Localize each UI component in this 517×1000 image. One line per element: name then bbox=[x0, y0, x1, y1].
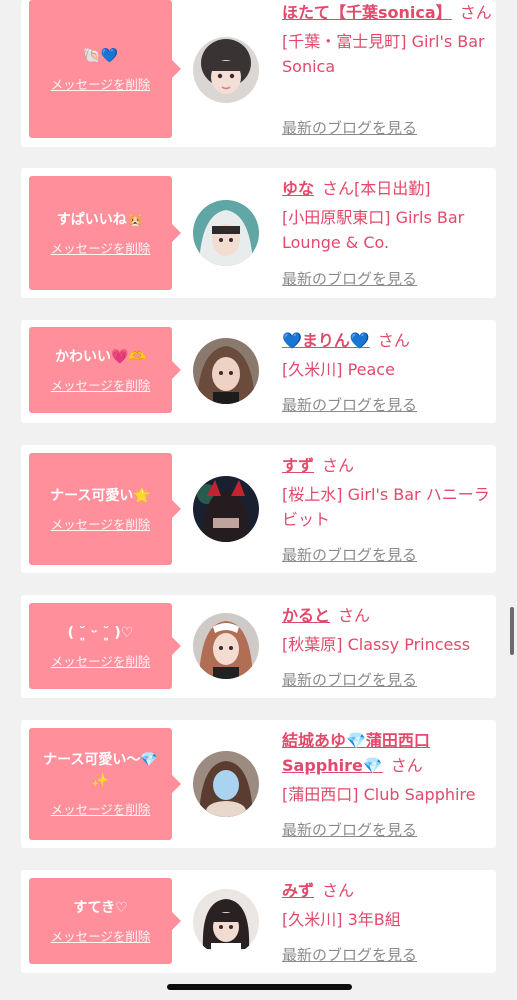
shop-name: [蒲田西口] Club Sapphire bbox=[282, 785, 476, 804]
delete-message-link[interactable]: メッセージを削除 bbox=[51, 926, 151, 945]
cast-info: 💙まりん💙 さん [久米川] Peace bbox=[282, 328, 492, 382]
message-card: すてき♡ メッセージを削除 みず さん [久米川] 3年B組 最新のブログを見る bbox=[21, 870, 496, 973]
cast-name-link[interactable]: ほたて【千葉sonica】 bbox=[282, 3, 452, 22]
home-indicator[interactable] bbox=[167, 984, 352, 990]
message-bubble: かわいい💗🫶 メッセージを削除 bbox=[29, 327, 181, 413]
message-bubble: 🐚💙 メッセージを削除 bbox=[29, 0, 181, 138]
avatar[interactable] bbox=[193, 751, 259, 817]
message-bubble: ナース可愛い🌟 メッセージを削除 bbox=[29, 453, 181, 565]
message-bubble: すてき♡ メッセージを削除 bbox=[29, 878, 181, 964]
cast-name-link[interactable]: ゆな bbox=[282, 179, 314, 198]
message-text: ナース可愛い🌟 bbox=[50, 487, 151, 504]
delete-message-link[interactable]: メッセージを削除 bbox=[51, 799, 151, 818]
latest-blog-link[interactable]: 最新のブログを見る bbox=[282, 117, 417, 138]
message-bubble: ナース可愛い〜💎✨ メッセージを削除 bbox=[29, 728, 181, 840]
honorific: さん bbox=[390, 756, 423, 775]
message-card: 🐚💙 メッセージを削除 ほたて【千葉sonica】 さん [千葉・富士見町] Gi… bbox=[21, 0, 496, 147]
cast-name-line: 結城あゆ💎蒲田西口Sapphire💎 さん bbox=[282, 728, 492, 778]
honorific: さん bbox=[322, 456, 355, 475]
message-card: ナース可愛い〜💎✨ メッセージを削除 結城あゆ💎蒲田西口Sapphire💎 さん … bbox=[21, 720, 496, 848]
cast-name-line: ゆな さん[本日出勤] bbox=[282, 176, 492, 201]
message-text: ナース可愛い〜💎✨ bbox=[43, 752, 158, 789]
avatar[interactable] bbox=[193, 37, 259, 103]
delete-message-link[interactable]: メッセージを削除 bbox=[51, 74, 151, 93]
latest-blog-link[interactable]: 最新のブログを見る bbox=[282, 394, 417, 415]
latest-blog-link[interactable]: 最新のブログを見る bbox=[282, 669, 417, 690]
cast-name-link[interactable]: かると bbox=[282, 606, 330, 625]
message-text: すてき♡ bbox=[73, 899, 128, 916]
message-bubble: すぱいいね🐹 メッセージを削除 bbox=[29, 176, 181, 290]
cast-name-line: かると さん bbox=[282, 603, 492, 628]
cast-name-line: 💙まりん💙 さん bbox=[282, 328, 492, 353]
shop-name: [秋葉原] Classy Princess bbox=[282, 635, 471, 654]
message-text: すぱいいね🐹 bbox=[56, 211, 145, 228]
message-text: 🐚💙 bbox=[83, 47, 118, 64]
avatar[interactable] bbox=[193, 613, 259, 679]
shop-name: [久米川] Peace bbox=[282, 360, 395, 379]
latest-blog-link[interactable]: 最新のブログを見る bbox=[282, 944, 417, 965]
status-note: [本日出勤] bbox=[354, 179, 431, 198]
honorific: さん bbox=[338, 606, 371, 625]
message-card: かわいい💗🫶 メッセージを削除 💙まりん💙 さん [久米川] Peace 最新のブ… bbox=[21, 320, 496, 423]
message-card: ナース可愛い🌟 メッセージを削除 すず さん [桜上水] Girl's Bar ハ… bbox=[21, 445, 496, 573]
cast-info: ほたて【千葉sonica】 さん [千葉・富士見町] Girl's Bar Son… bbox=[282, 0, 492, 79]
message-card: すぱいいね🐹 メッセージを削除 ゆな さん[本日出勤] [小田原駅東口] Girl… bbox=[21, 168, 496, 298]
shop-name: [桜上水] Girl's Bar ハニーラビット bbox=[282, 485, 490, 529]
message-card: ( ˘͈ ᵕ ˘͈ )♡ メッセージを削除 かると さん [秋葉原] Classy… bbox=[21, 595, 496, 698]
cast-name-link[interactable]: みず bbox=[282, 881, 314, 900]
message-bubble: ( ˘͈ ᵕ ˘͈ )♡ メッセージを削除 bbox=[29, 603, 181, 689]
scrollbar[interactable] bbox=[510, 607, 514, 655]
avatar[interactable] bbox=[193, 476, 259, 542]
honorific: さん bbox=[322, 179, 355, 198]
honorific: さん bbox=[322, 881, 355, 900]
cast-name-line: みず さん bbox=[282, 878, 492, 903]
cast-name-link[interactable]: すず bbox=[282, 456, 314, 475]
honorific: さん bbox=[377, 331, 410, 350]
cast-name-link[interactable]: 💙まりん💙 bbox=[282, 331, 370, 350]
avatar[interactable] bbox=[193, 200, 259, 266]
delete-message-link[interactable]: メッセージを削除 bbox=[51, 514, 151, 533]
message-text: かわいい💗🫶 bbox=[55, 348, 146, 365]
avatar[interactable] bbox=[193, 338, 259, 404]
cast-info: かると さん [秋葉原] Classy Princess bbox=[282, 603, 492, 657]
avatar[interactable] bbox=[193, 889, 259, 955]
latest-blog-link[interactable]: 最新のブログを見る bbox=[282, 268, 417, 289]
cast-info: みず さん [久米川] 3年B組 bbox=[282, 878, 492, 932]
cast-name-line: すず さん bbox=[282, 453, 492, 478]
cast-name-line: ほたて【千葉sonica】 さん bbox=[282, 0, 492, 25]
delete-message-link[interactable]: メッセージを削除 bbox=[51, 651, 151, 670]
shop-name: [久米川] 3年B組 bbox=[282, 910, 401, 929]
cast-info: ゆな さん[本日出勤] [小田原駅東口] Girls Bar Lounge & C… bbox=[282, 176, 492, 255]
message-text: ( ˘͈ ᵕ ˘͈ )♡ bbox=[67, 624, 134, 641]
cast-info: すず さん [桜上水] Girl's Bar ハニーラビット bbox=[282, 453, 492, 532]
latest-blog-link[interactable]: 最新のブログを見る bbox=[282, 544, 417, 565]
shop-name: [千葉・富士見町] Girl's Bar Sonica bbox=[282, 32, 485, 76]
latest-blog-link[interactable]: 最新のブログを見る bbox=[282, 819, 417, 840]
cast-info: 結城あゆ💎蒲田西口Sapphire💎 さん [蒲田西口] Club Sapphir… bbox=[282, 728, 492, 807]
delete-message-link[interactable]: メッセージを削除 bbox=[51, 375, 151, 394]
honorific: さん bbox=[459, 3, 492, 22]
delete-message-link[interactable]: メッセージを削除 bbox=[51, 238, 151, 257]
shop-name: [小田原駅東口] Girls Bar Lounge & Co. bbox=[282, 208, 465, 252]
